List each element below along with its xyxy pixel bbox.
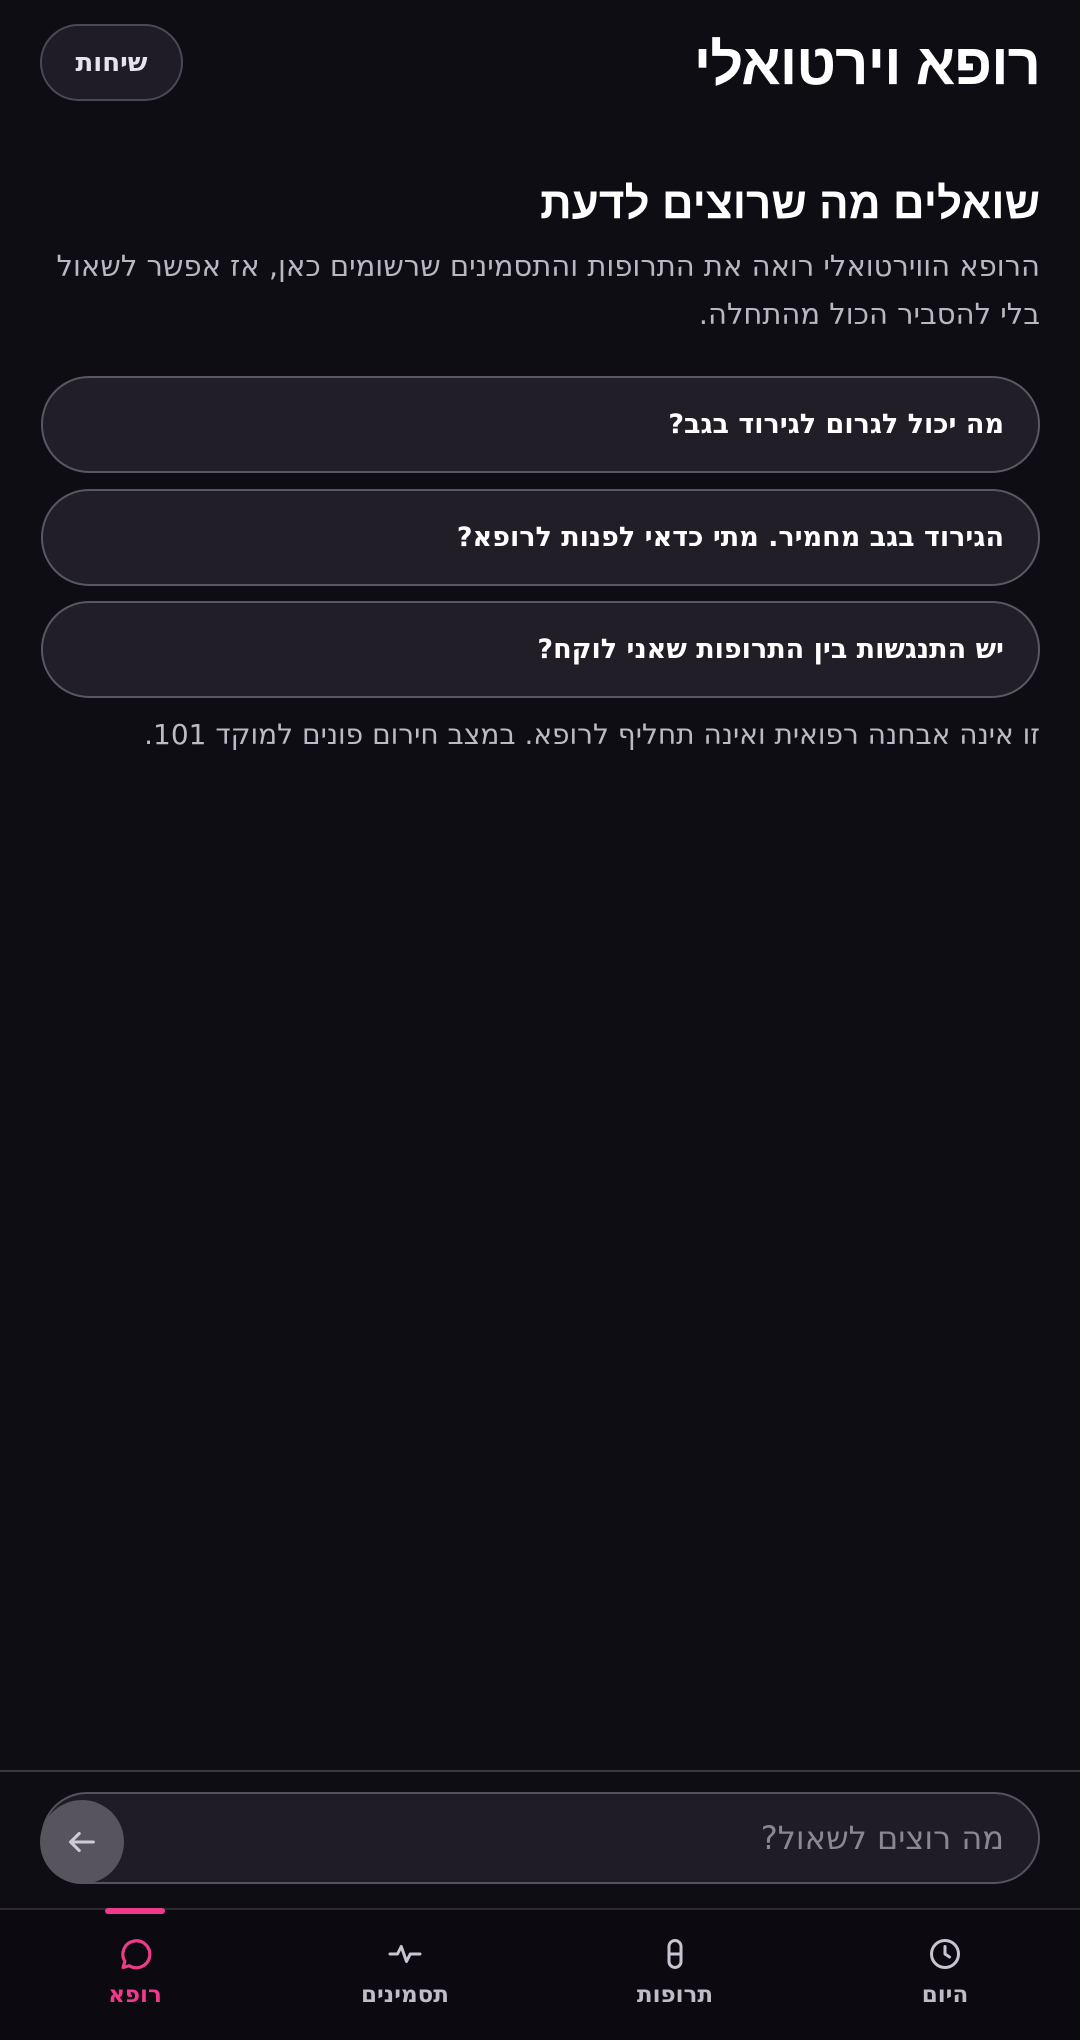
suggestion-label: מה יכול לגרום לגירוד בגב? [668, 409, 1004, 440]
header: רופא וירטואלי שיחות [0, 0, 1080, 130]
suggestion-label: הגירוד בגב מחמיר. מתי כדאי לפנות לרופא? [456, 522, 1004, 553]
app-root: רופא וירטואלי שיחות שואלים מה שרוצים לדע… [0, 0, 1080, 2040]
disclaimer: זו אינה אבחנה רפואית ואינה תחליף לרופא. … [144, 718, 1040, 751]
intro-title: שואלים מה שרוצים לדעת [540, 179, 1040, 228]
clock-icon [923, 1932, 967, 1976]
nav-label: היום [921, 1982, 969, 2008]
activity-icon [383, 1932, 427, 1976]
suggestion-label: יש התנגשות בין התרופות שאני לוקח? [537, 634, 1004, 665]
chats-button[interactable]: שיחות [40, 24, 183, 101]
page-title: רופא וירטואלי [693, 32, 1041, 97]
suggestion-chip[interactable]: יש התנגשות בין התרופות שאני לוקח? [41, 601, 1040, 698]
nav-label: תסמינים [361, 1982, 449, 2008]
nav-label: רופא [108, 1982, 162, 2008]
send-button[interactable] [40, 1800, 124, 1884]
suggestion-chip[interactable]: הגירוד בגב מחמיר. מתי כדאי לפנות לרופא? [41, 489, 1040, 586]
suggestion-chip[interactable]: מה יכול לגרום לגירוד בגב? [41, 376, 1040, 473]
bottom-nav: היום תרופות תסמינים רופא [0, 1908, 1080, 2040]
chat-bubble-icon [113, 1932, 157, 1976]
nav-item-medications[interactable]: תרופות [540, 1910, 810, 2040]
active-tab-indicator [105, 1908, 165, 1914]
nav-label: תרופות [636, 1982, 714, 2008]
nav-item-symptoms[interactable]: תסמינים [270, 1910, 540, 2040]
arrow-left-icon [69, 1831, 95, 1853]
message-input[interactable] [41, 1792, 1040, 1884]
intro-text: הרופא הווירטואלי רואה את התרופות והתסמינ… [56, 249, 1040, 331]
nav-item-doctor[interactable]: רופא [0, 1908, 270, 2040]
pill-icon [653, 1932, 697, 1976]
composer-divider [0, 1770, 1080, 1772]
nav-item-today[interactable]: היום [810, 1910, 1080, 2040]
